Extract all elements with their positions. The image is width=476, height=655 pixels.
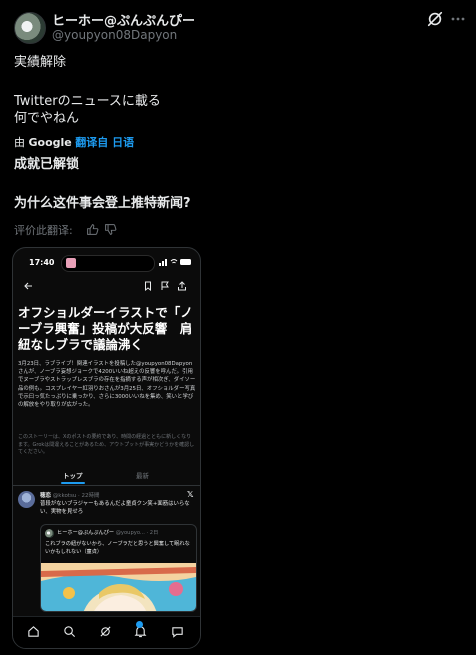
tab-top[interactable]: トップ — [63, 470, 83, 480]
thumbs-up-icon[interactable] — [86, 223, 99, 236]
phone-status-time: 17:40 — [29, 258, 55, 267]
translated-text-line: 为什么这件事会登上推特新闻? — [14, 196, 191, 211]
flag-icon[interactable] — [160, 281, 170, 291]
quote-text: これブラの紐がないから、ノーブラだと思うと興奮して眠れないかもしれない（童貞） — [45, 541, 190, 555]
island-app-icon — [66, 258, 76, 268]
attached-phone-screenshot[interactable]: 17:40 オフショルダーイラストで「ノーブラ興奮」投稿が大反響 肩紐なしブラで… — [12, 247, 201, 649]
news-headline: オフショルダーイラストで「ノーブラ興奮」投稿が大反響 肩紐なしブラで議論沸く — [18, 305, 193, 352]
home-icon[interactable] — [27, 625, 40, 638]
translation-attribution: 由 Google 翻译自 日语 — [14, 134, 134, 150]
tab-latest[interactable]: 最新 — [136, 470, 149, 480]
grok-icon[interactable] — [426, 10, 444, 28]
tweet-text-line: Twitterのニュースに載る — [14, 94, 161, 109]
search-icon[interactable] — [63, 625, 76, 638]
bookmark-icon[interactable] — [143, 281, 153, 291]
quote-avatar — [45, 529, 54, 538]
post-meta: 穂恋 @kkotsu · 22時間 — [40, 491, 100, 499]
rate-translation: 评价此翻译: — [14, 222, 73, 238]
tweet-text-line: 何でやねん — [14, 111, 80, 126]
post-user[interactable]: 穂恋 — [40, 493, 51, 499]
phone-dynamic-island — [61, 255, 155, 272]
grok-disclaimer: このストーリーは、Xのポストの要約であり、時間の経過とともに新しくなります。Gr… — [18, 434, 195, 456]
quote-handle-time: @youpyo... · 2日 — [115, 530, 159, 536]
tab-active-indicator — [61, 482, 85, 484]
author-avatar[interactable] — [14, 12, 46, 44]
phone-bottom-nav — [13, 616, 200, 648]
post-avatar[interactable] — [18, 491, 35, 508]
notification-badge — [136, 621, 143, 628]
share-icon[interactable] — [177, 281, 187, 291]
quote-illustration-image[interactable] — [41, 563, 196, 612]
thumbs-down-icon[interactable] — [104, 223, 117, 236]
translated-from-link[interactable]: 翻译自 日语 — [75, 136, 134, 149]
rate-translation-label: 评价此翻译: — [14, 224, 73, 237]
phone-status-icons — [159, 259, 191, 266]
tweet-text-line: 実績解除 — [14, 55, 67, 70]
quote-meta: ヒーホー@ぷんぷんぴー @youpyo... · 2日 — [57, 529, 158, 536]
translated-text-line: 成就已解锁 — [14, 157, 80, 172]
news-summary: 3月23日、ラブライブ！関連イラストを投稿した@youpyon08Dapyonさ… — [18, 361, 196, 409]
quoted-post[interactable]: ヒーホー@ぷんぷんぴー @youpyo... · 2日 これブラの紐がないから、… — [40, 524, 197, 612]
divider — [13, 485, 200, 486]
post-text: 普段がないブラジャーもあるんだよ童貞クン笑+面筋はいらない、実物を見せろ — [40, 501, 190, 515]
author-handle[interactable]: @youpyon08Dapyon — [52, 28, 177, 42]
post-handle-time: @kkotsu · 22時間 — [52, 493, 100, 499]
x-logo-icon: 𝕏 — [187, 490, 194, 499]
grok-icon[interactable] — [99, 625, 112, 638]
more-icon[interactable] — [450, 9, 466, 29]
author-display-name[interactable]: ヒーホー@ぷんぷんぴー — [52, 10, 195, 29]
translation-prefix: 由 — [14, 136, 25, 149]
google-logo: Google — [28, 136, 72, 149]
back-arrow-icon[interactable] — [23, 281, 33, 291]
messages-icon[interactable] — [171, 625, 184, 638]
quote-user: ヒーホー@ぷんぷんぴー — [57, 530, 115, 536]
